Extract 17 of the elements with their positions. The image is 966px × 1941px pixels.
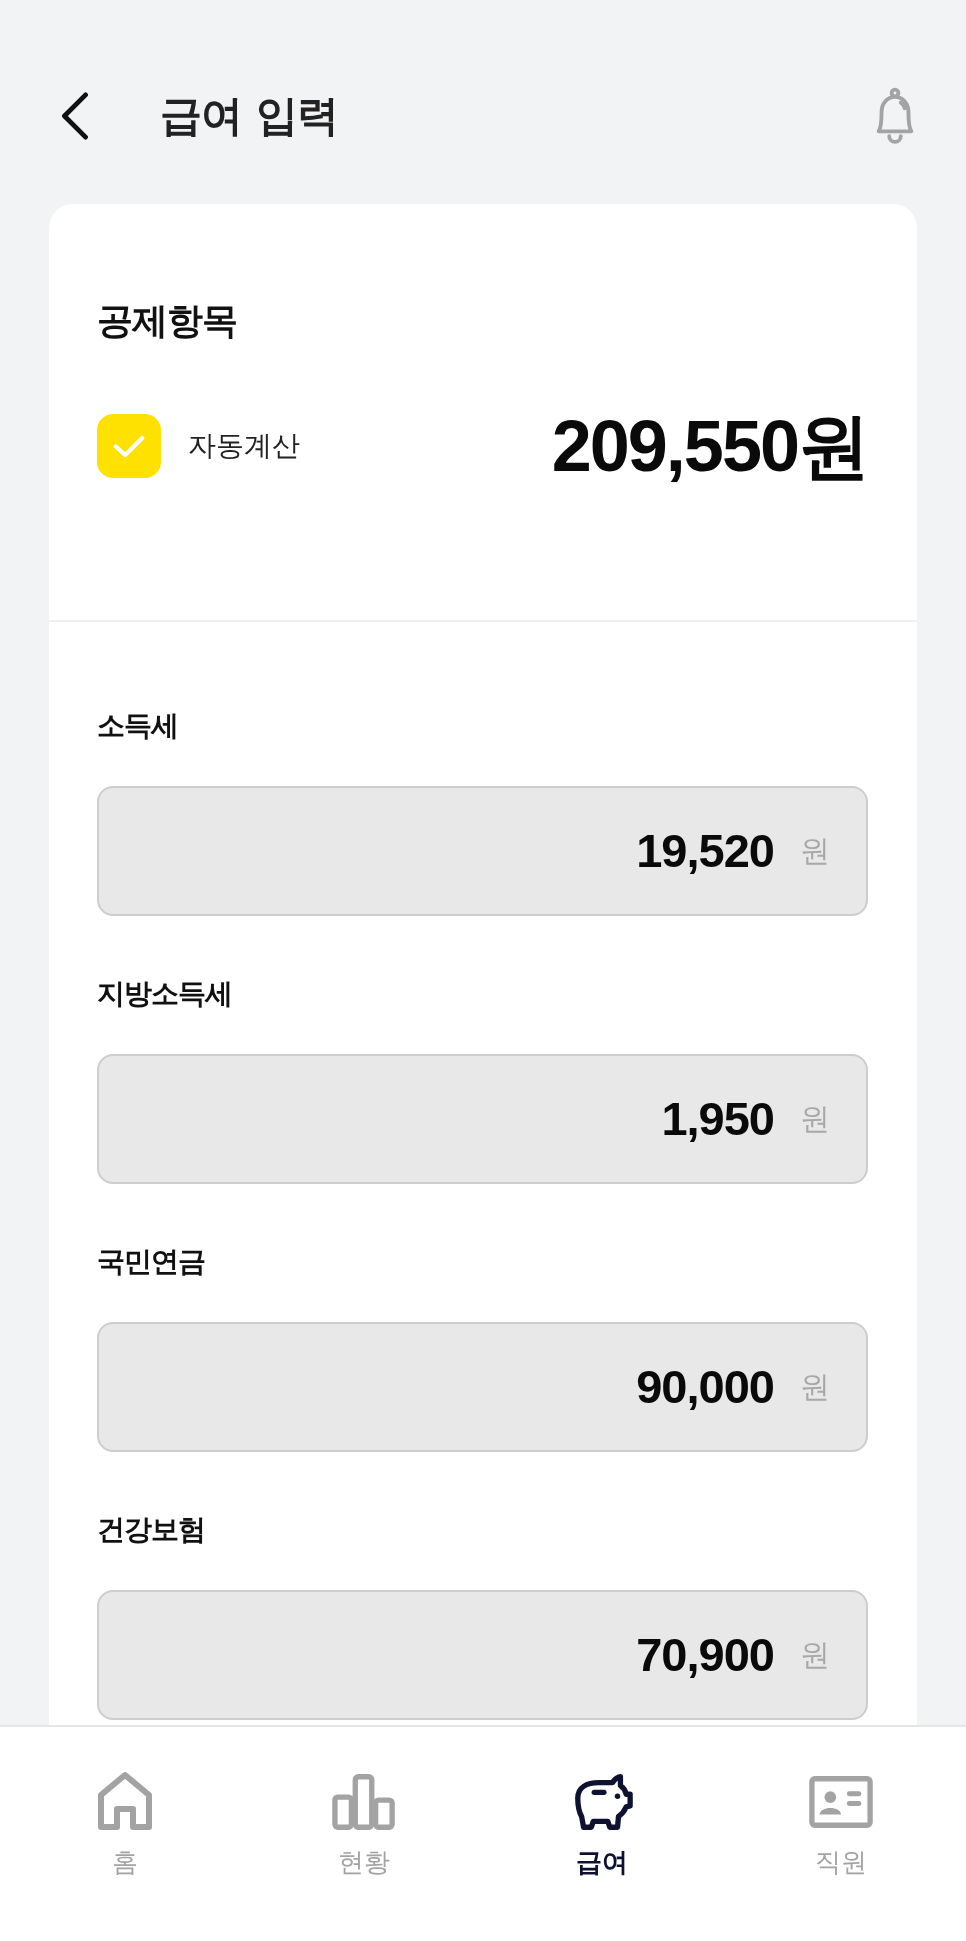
currency-unit: 원 [800, 832, 830, 870]
field-label: 건강보험 [97, 1512, 206, 1548]
currency-unit: 원 [800, 1368, 830, 1406]
field-label: 소득세 [97, 708, 179, 744]
checkbox-label: 자동계산 [188, 428, 300, 464]
field-label: 지방소득세 [97, 976, 233, 1012]
currency-unit: 원 [800, 1100, 830, 1138]
auto-calc-checkbox[interactable] [97, 414, 161, 478]
check-icon [113, 434, 145, 458]
back-icon [60, 92, 90, 140]
page-title: 급여 입력 [160, 90, 339, 142]
section-title: 공제항목 [97, 299, 238, 343]
bar-chart-icon [331, 1771, 396, 1833]
field-label: 국민연금 [97, 1244, 206, 1280]
currency-unit: 원 [800, 1636, 830, 1674]
nav-tab[interactable]: 급여 [483, 1727, 722, 1879]
total-amount: 209,550원 [551, 406, 868, 486]
